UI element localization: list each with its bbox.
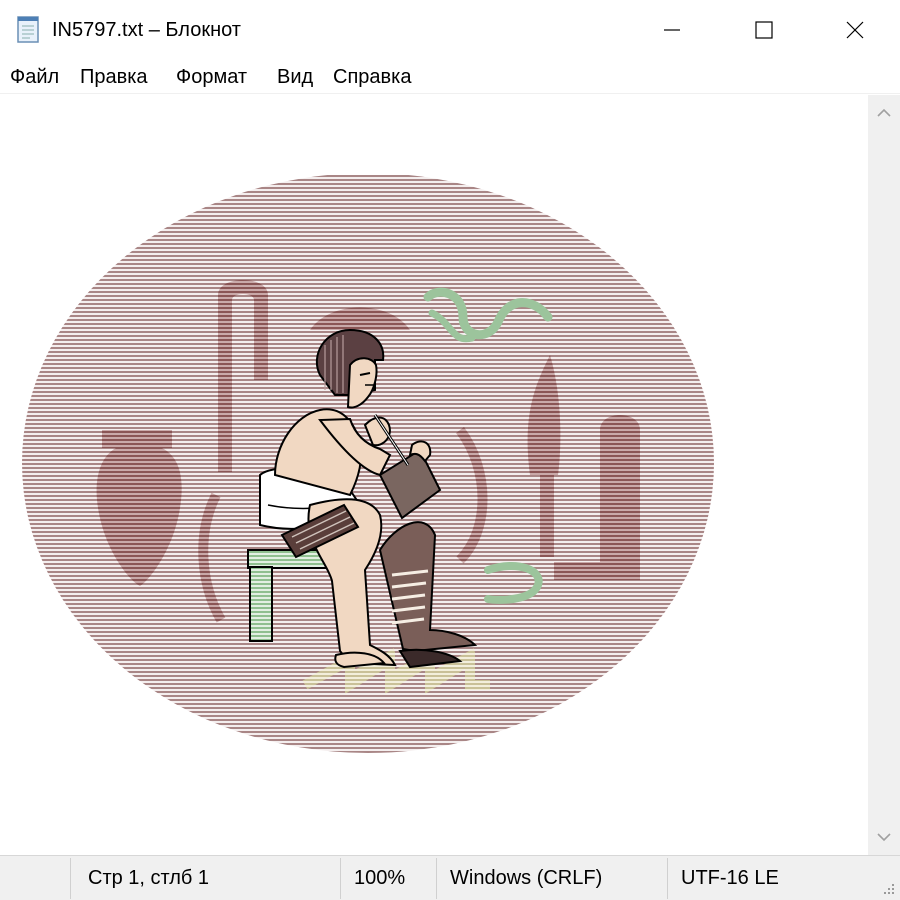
close-button[interactable]: [810, 0, 900, 60]
status-zoom: 100%: [354, 867, 406, 889]
maximize-button[interactable]: [718, 0, 810, 60]
scroll-up-button[interactable]: [868, 95, 900, 131]
vertical-scrollbar[interactable]: [868, 95, 900, 855]
window-title: IN5797.txt – Блокнот: [52, 19, 241, 41]
scroll-down-button[interactable]: [868, 819, 900, 855]
menu-help[interactable]: Справка: [333, 64, 411, 90]
menu-view[interactable]: Вид: [277, 64, 313, 90]
minimize-button[interactable]: [626, 0, 718, 60]
menu-format[interactable]: Формат: [176, 64, 247, 90]
chevron-up-icon: [877, 108, 891, 117]
status-separator: [70, 858, 71, 899]
status-bar: Стр 1, стлб 1 100% Windows (CRLF) UTF-16…: [0, 855, 900, 900]
menu-bar: Файл Правка Формат Вид Справка: [0, 60, 900, 94]
menu-edit[interactable]: Правка: [80, 64, 148, 90]
menu-file[interactable]: Файл: [10, 64, 59, 90]
minimize-icon: [664, 29, 680, 31]
status-line-endings: Windows (CRLF): [450, 867, 603, 889]
text-editor-area[interactable]: [0, 95, 868, 855]
chevron-down-icon: [877, 833, 891, 842]
title-bar[interactable]: IN5797.txt – Блокнот: [0, 0, 900, 60]
maximize-icon: [755, 21, 773, 39]
notepad-window: IN5797.txt – Блокнот Файл Правка Формат …: [0, 0, 900, 900]
egyptian-scribe-artwork: [22, 175, 714, 753]
notepad-icon: [17, 16, 39, 43]
status-cursor-position: Стр 1, стлб 1: [88, 867, 210, 889]
close-icon: [846, 21, 864, 39]
status-encoding: UTF-16 LE: [681, 867, 779, 889]
resize-grip-icon[interactable]: [882, 882, 896, 896]
